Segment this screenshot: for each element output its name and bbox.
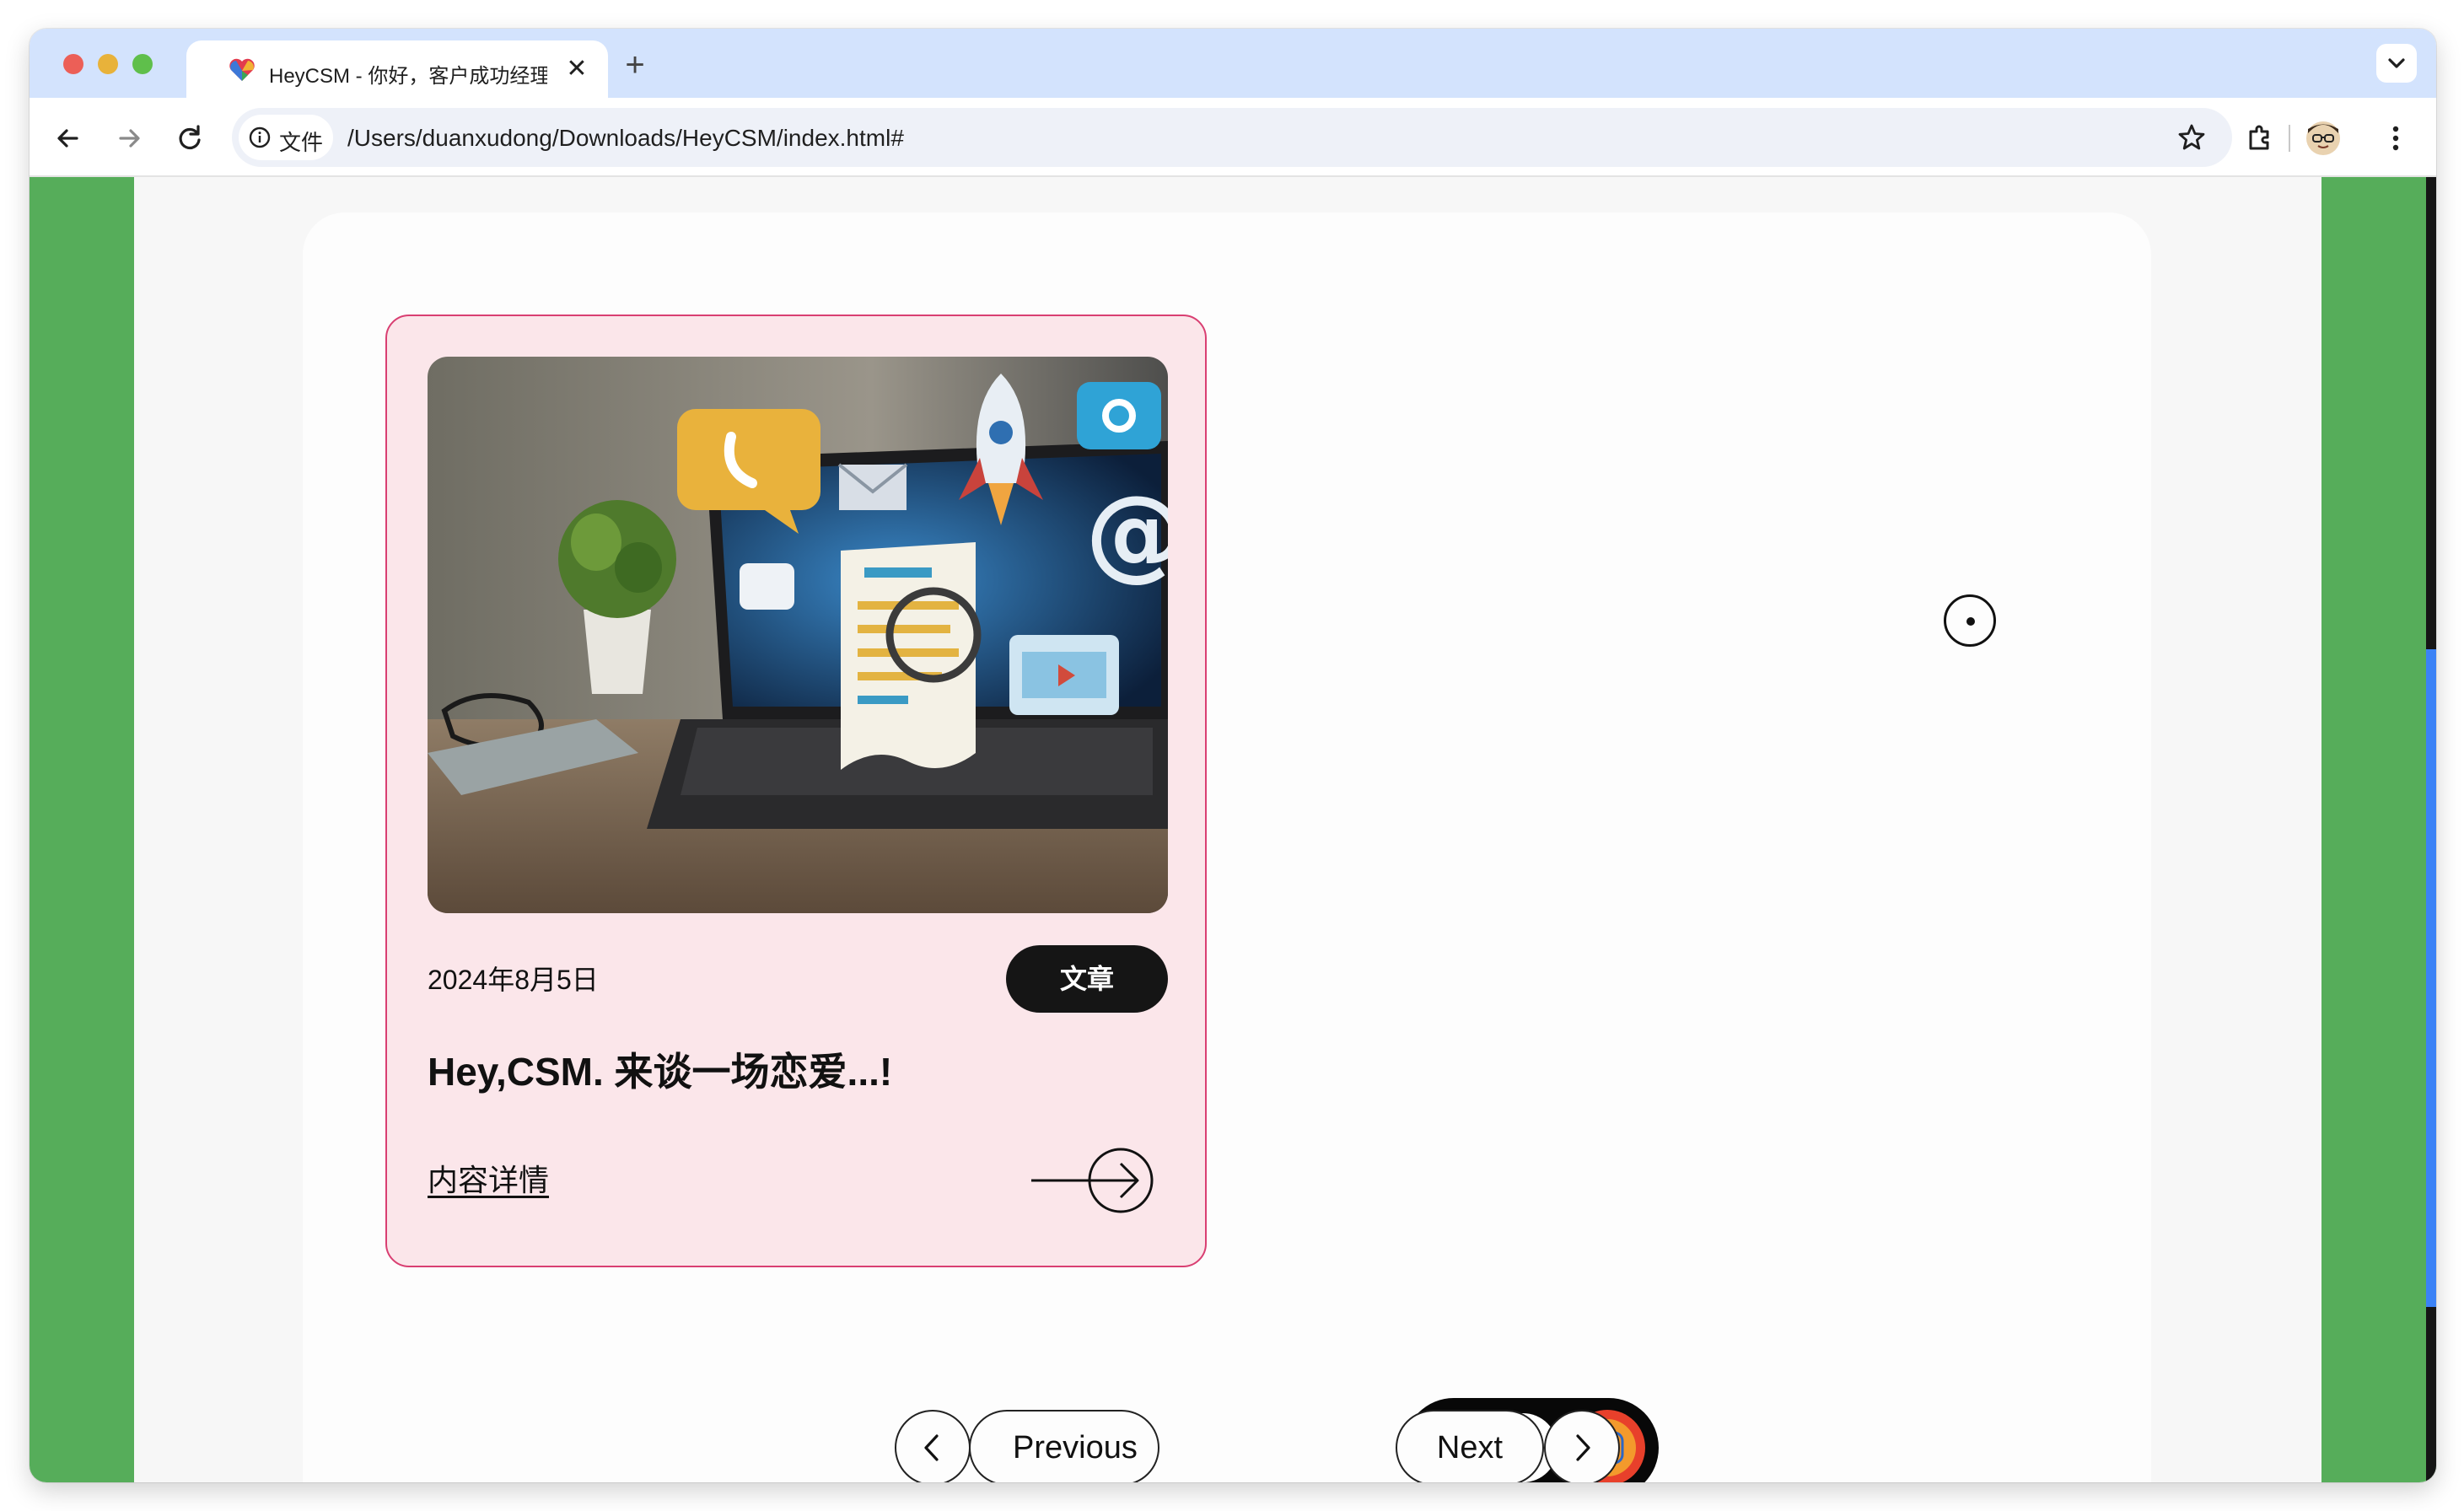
page-body: @ [134, 177, 2321, 1482]
browser-toolbar: 文件 /Users/duanxudong/Downloads/HeyCSM/in… [30, 98, 2436, 177]
profile-button[interactable] [2303, 118, 2343, 159]
chevron-down-icon [2388, 58, 2405, 68]
svg-text:@: @ [1085, 475, 1168, 592]
next-label: Next [1436, 1430, 1504, 1465]
details-link[interactable]: 内容详情 [428, 1156, 549, 1200]
article-card[interactable]: @ [385, 315, 1207, 1267]
tab-search-button[interactable] [2376, 44, 2417, 83]
browser-window: HeyCSM - 你好，客户成功经理 ✕ + 文件 /Users/duanxud… [30, 29, 2436, 1482]
info-icon [249, 126, 271, 148]
chevron-left-icon [924, 1434, 939, 1461]
laptop-marketing-illustration-icon: @ [428, 357, 1168, 913]
browser-tab-active[interactable]: HeyCSM - 你好，客户成功经理 ✕ [186, 40, 608, 98]
toolbar-divider [2289, 125, 2290, 152]
tab-bar: HeyCSM - 你好，客户成功经理 ✕ + [30, 29, 2436, 98]
cursor-dot [1966, 617, 1975, 626]
article-date: 2024年8月5日 [428, 965, 599, 995]
star-icon[interactable] [2176, 122, 2207, 153]
extensions-button[interactable] [2241, 118, 2281, 159]
menu-button[interactable] [2375, 118, 2416, 159]
more-vert-icon [2392, 126, 2399, 151]
tab-close-icon[interactable]: ✕ [563, 56, 590, 83]
reload-icon [179, 125, 201, 150]
forward-button[interactable] [109, 118, 149, 159]
heart-favicon-icon [229, 57, 256, 83]
url-text[interactable]: /Users/duanxudong/Downloads/HeyCSM/index… [347, 125, 904, 152]
address-bar[interactable]: 文件 /Users/duanxudong/Downloads/HeyCSM/in… [232, 108, 2232, 167]
article-title[interactable]: Hey,CSM. 来谈一场恋爱...! [428, 1041, 892, 1097]
read-more-button[interactable] [1028, 1143, 1156, 1218]
back-arrow-icon [57, 129, 78, 148]
category-badge[interactable]: 文章 [1006, 945, 1168, 1013]
scrollbar-thumb[interactable] [2426, 649, 2436, 1307]
content-panel: @ [303, 212, 2151, 1482]
minimize-window-button[interactable] [98, 54, 118, 74]
new-tab-button[interactable]: + [620, 48, 650, 82]
extensions-icon [2249, 125, 2269, 150]
zoom-window-button[interactable] [132, 54, 153, 74]
article-image[interactable]: @ [428, 357, 1168, 913]
back-button[interactable] [48, 118, 89, 159]
next-arrow-button[interactable] [1544, 1410, 1620, 1482]
chevron-right-icon [1576, 1434, 1590, 1461]
previous-arrow-button[interactable] [895, 1410, 971, 1482]
forward-arrow-icon [119, 129, 140, 148]
arrow-right-circle-icon [1031, 1148, 1154, 1213]
site-info-label: 文件 [279, 130, 324, 155]
next-button[interactable]: Next [1396, 1410, 1544, 1482]
profile-avatar-icon [2306, 121, 2340, 155]
previous-button[interactable]: Previous [969, 1410, 1159, 1482]
page-viewport: @ [30, 177, 2436, 1482]
previous-label: Previous [1013, 1430, 1138, 1465]
close-window-button[interactable] [63, 54, 83, 74]
tab-title: HeyCSM - 你好，客户成功经理 [269, 65, 547, 88]
site-info-chip[interactable]: 文件 [239, 115, 333, 160]
custom-cursor [1944, 594, 1996, 647]
reload-button[interactable] [169, 118, 210, 159]
